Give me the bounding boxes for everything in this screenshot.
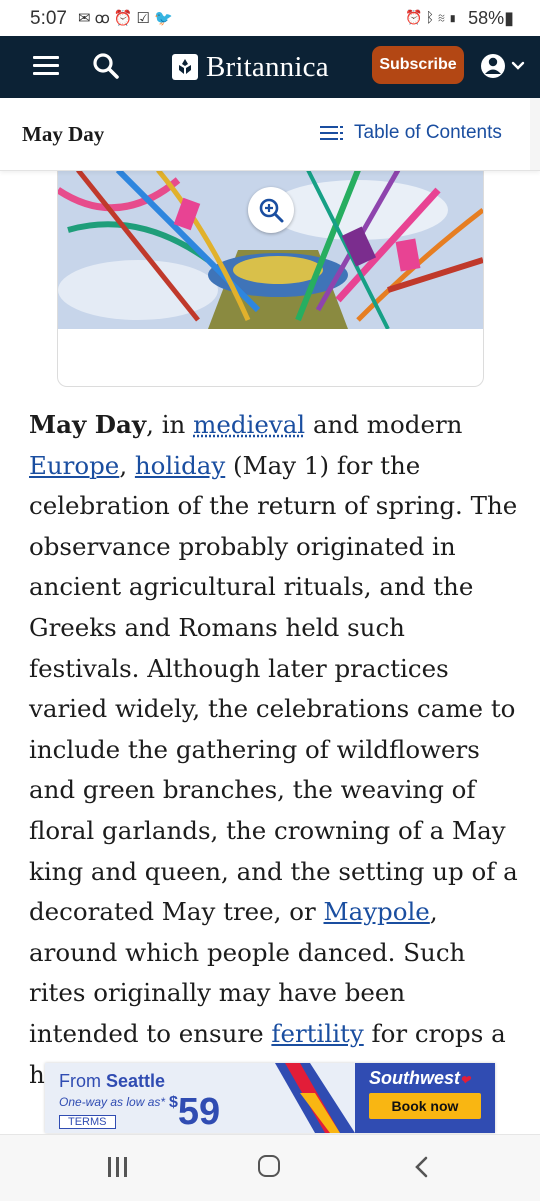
link-fertility[interactable]: fertility	[271, 1019, 363, 1048]
account-menu[interactable]	[480, 52, 528, 80]
airplane-tail-icon	[270, 1063, 360, 1133]
article-text: (May 1) for the celebration of the retur…	[29, 451, 518, 927]
home-icon[interactable]	[258, 1155, 280, 1177]
account-icon	[481, 54, 505, 78]
ad-from-text: From Seattle	[59, 1071, 165, 1092]
ad-terms-button[interactable]: TERMS	[59, 1115, 116, 1129]
link-europe[interactable]: Europe	[29, 451, 119, 480]
ad-city: Seattle	[106, 1071, 165, 1091]
list-icon	[320, 125, 344, 141]
zoom-in-button[interactable]	[248, 187, 294, 233]
article-body: May Day, in medieval and modern Europe, …	[29, 405, 519, 1095]
battery-percent: 58%	[468, 8, 504, 28]
brand-name: Britannica	[206, 51, 329, 84]
wifi-icon: ≋	[437, 9, 448, 25]
zoom-in-icon	[257, 196, 285, 224]
article-image-card[interactable]	[57, 170, 484, 387]
battery-indicator: 58%▮	[468, 8, 514, 29]
link-holiday[interactable]: holiday	[135, 451, 225, 480]
signal-icon: ▮	[449, 9, 460, 25]
hamburger-menu-icon[interactable]	[33, 56, 59, 76]
twitter-icon: 🐦	[154, 10, 177, 27]
chevron-down-icon	[513, 63, 523, 68]
status-bar: 5:07 ✉ꝏ⏰☑🐦 ⏰ᛒ≋▮ 58%▮	[0, 0, 540, 36]
battery-icon: ▮	[504, 8, 514, 28]
check-box-icon: ☑	[137, 10, 154, 27]
mail-icon: ✉	[78, 10, 95, 27]
back-icon[interactable]	[412, 1155, 432, 1179]
link-medieval[interactable]: medieval	[193, 410, 305, 439]
system-navigation-bar	[0, 1134, 540, 1201]
heart-icon: ❤	[460, 1073, 470, 1087]
thistle-logo-icon	[172, 54, 198, 80]
article-title-bar: May Day Table of Contents	[0, 98, 540, 171]
ad-oneway-text: One-way as low as*	[59, 1095, 165, 1109]
ad-price: $59	[169, 1091, 220, 1133]
system-icons: ⏰ᛒ≋▮	[405, 9, 460, 26]
article-text: , in	[146, 410, 193, 439]
alarm-icon: ⏰	[114, 10, 137, 27]
southwest-logo: Southwest❤	[369, 1068, 470, 1089]
maypole-photo[interactable]	[58, 170, 483, 329]
table-of-contents-button[interactable]: Table of Contents	[320, 122, 502, 144]
article-text: and modern	[305, 410, 462, 439]
alarm-icon: ⏰	[405, 9, 425, 25]
notification-icons: ✉ꝏ⏰☑🐦	[78, 9, 177, 27]
article-text: ,	[119, 451, 135, 480]
article-text: h	[29, 1060, 45, 1089]
britannica-logo[interactable]: Britannica	[172, 49, 329, 85]
status-time: 5:07	[30, 8, 67, 30]
article-text: for crops a	[364, 1019, 506, 1048]
subscribe-button[interactable]: Subscribe	[372, 46, 464, 84]
article-title: May Day	[22, 122, 104, 147]
southwest-ad-banner[interactable]: From Seattle One-way as low as* TERMS $5…	[45, 1063, 495, 1133]
voicemail-icon: ꝏ	[95, 10, 114, 27]
recent-apps-icon[interactable]	[108, 1157, 132, 1177]
book-now-button[interactable]: Book now	[369, 1093, 481, 1119]
bluetooth-icon: ᛒ	[426, 9, 437, 25]
article-lead-term: May Day	[29, 410, 146, 439]
site-header: Britannica Subscribe	[0, 36, 540, 98]
toc-label: Table of Contents	[354, 122, 502, 144]
link-maypole[interactable]: Maypole	[324, 897, 430, 926]
search-icon[interactable]	[92, 52, 120, 80]
